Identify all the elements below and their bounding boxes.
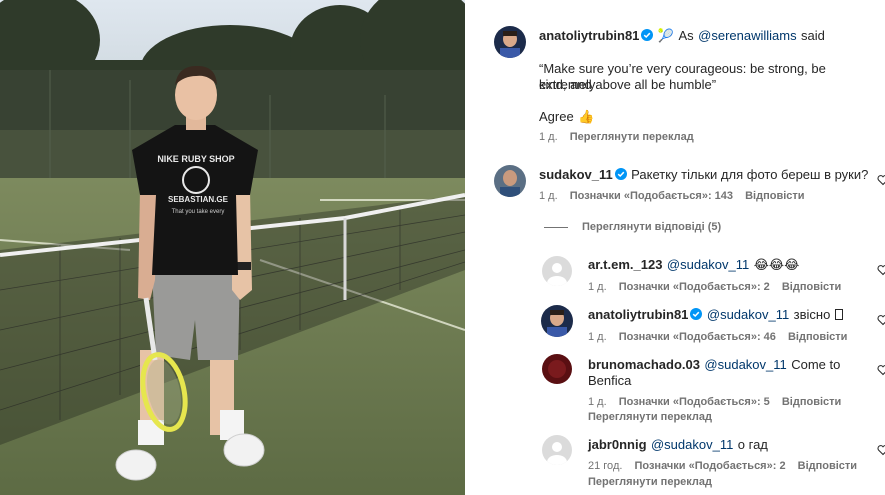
- reply-meta: 1 д. Позначки «Подобається»: 5 Відповіст…: [588, 396, 850, 408]
- verified-badge-icon: [690, 308, 703, 320]
- reply-time: 21 год.: [588, 460, 623, 472]
- caption-mention-link[interactable]: @serenawilliams: [698, 28, 796, 43]
- translate-link[interactable]: Переглянути переклад: [588, 476, 712, 488]
- view-replies-label: Переглянути відповіді (5): [582, 221, 722, 233]
- reply-likes[interactable]: Позначки «Подобається»: 5: [619, 396, 770, 408]
- reply-button[interactable]: Відповісти: [788, 331, 847, 343]
- reply-button[interactable]: Відповісти: [745, 190, 804, 202]
- avatar[interactable]: [542, 354, 572, 384]
- reply-mention[interactable]: @sudakov_11: [651, 437, 733, 452]
- reply-username[interactable]: ar.t.em._123: [588, 257, 662, 272]
- heart-icon[interactable]: [877, 444, 885, 456]
- reply-line: brunomachado.03 @sudakov_11 Come to: [588, 357, 840, 373]
- reply-username[interactable]: anatoliytrubin81: [588, 307, 688, 322]
- racket-emoji: 🎾: [657, 28, 675, 43]
- reply-line: anatoliytrubin81 @sudakov_11 звісно: [588, 307, 843, 323]
- heart-icon[interactable]: [877, 174, 885, 186]
- reply-mention[interactable]: @sudakov_11: [707, 307, 789, 322]
- caption-agree-text: Agree: [539, 109, 574, 124]
- reply-likes[interactable]: Позначки «Подобається»: 46: [619, 331, 776, 343]
- profile-photo-icon: [494, 26, 526, 58]
- missing-glyph-icon: [834, 309, 843, 320]
- reply-username[interactable]: jabr0nnig: [588, 437, 647, 452]
- avatar[interactable]: [494, 165, 526, 197]
- comment-time: 1 д.: [539, 190, 558, 202]
- caption-quote-line2: kind, and above all be humble”: [539, 77, 717, 92]
- reply-meta: 21 год. Позначки «Подобається»: 2 Відпов…: [588, 460, 866, 472]
- post-author-username[interactable]: anatoliytrubin81: [539, 28, 639, 43]
- profile-photo-icon: [542, 354, 572, 384]
- caption-intro-suffix: said: [801, 28, 825, 43]
- view-replies-toggle[interactable]: Переглянути відповіді (5): [544, 221, 721, 233]
- avatar[interactable]: [542, 256, 572, 286]
- profile-photo-icon: [541, 305, 573, 337]
- reply-time: 1 д.: [588, 331, 607, 343]
- translate-link[interactable]: Переглянути переклад: [588, 411, 712, 423]
- thumbs-up-emoji: 👍: [578, 109, 595, 124]
- caption-translate-link[interactable]: Переглянути переклад: [570, 131, 694, 143]
- avatar[interactable]: [541, 305, 573, 337]
- caption-first-line: anatoliytrubin81 🎾 As @serenawilliams sa…: [539, 28, 879, 44]
- reply-text-line1: Come to: [791, 357, 841, 372]
- verified-badge-icon: [641, 29, 654, 41]
- reply-text: 😂😂😂: [753, 257, 800, 272]
- reply-time: 1 д.: [588, 396, 607, 408]
- reply-text: о гад: [737, 437, 768, 452]
- verified-badge-icon: [614, 168, 627, 180]
- reply-button[interactable]: Відповісти: [798, 460, 857, 472]
- tennis-player-photo: NIKE RUBY SHOP SEBASTIAN.GE That you tak…: [0, 0, 465, 495]
- comment-username[interactable]: sudakov_11: [539, 167, 613, 182]
- reply-likes[interactable]: Позначки «Подобається»: 2: [634, 460, 785, 472]
- avatar[interactable]: [542, 435, 572, 465]
- reply-text: звісно: [793, 307, 831, 322]
- comment-meta: 1 д. Позначки «Подобається»: 143 Відпові…: [539, 190, 814, 202]
- comment-line: sudakov_11 Ракетку тільки для фото береш…: [539, 167, 869, 183]
- reply-likes[interactable]: Позначки «Подобається»: 2: [619, 281, 770, 293]
- comments-panel: anatoliytrubin81 🎾 As @serenawilliams sa…: [465, 0, 885, 495]
- caption-intro-prefix: As: [678, 28, 694, 43]
- profile-photo-icon: [494, 165, 526, 197]
- heart-icon[interactable]: [877, 364, 885, 376]
- caption-agree: Agree 👍: [539, 109, 594, 125]
- default-avatar-icon: [542, 256, 572, 286]
- reply-line: ar.t.em._123 @sudakov_11 😂😂😂: [588, 257, 799, 273]
- reply-meta: 1 д. Позначки «Подобається»: 46 Відповіс…: [588, 331, 856, 343]
- comment-likes[interactable]: Позначки «Подобається»: 143: [570, 190, 733, 202]
- reply-text-line2: Benfica: [588, 373, 632, 388]
- divider-dash: [544, 226, 568, 228]
- reply-translate: Переглянути переклад: [588, 411, 721, 423]
- reply-time: 1 д.: [588, 281, 607, 293]
- heart-icon[interactable]: [877, 314, 885, 326]
- avatar[interactable]: [494, 26, 526, 58]
- shirt-print-line3: That you take every: [172, 209, 225, 215]
- post-photo[interactable]: NIKE RUBY SHOP SEBASTIAN.GE That you tak…: [0, 0, 465, 495]
- caption-meta: 1 д. Переглянути переклад: [539, 131, 703, 143]
- reply-button[interactable]: Відповісти: [782, 396, 841, 408]
- reply-translate: Переглянути переклад: [588, 476, 721, 488]
- heart-icon[interactable]: [877, 264, 885, 276]
- default-avatar-icon: [542, 435, 572, 465]
- shirt-print-line2: SEBASTIAN.GE: [168, 195, 229, 204]
- caption-time: 1 д.: [539, 131, 558, 143]
- comment-text: Ракетку тільки для фото береш в руки?: [631, 167, 869, 182]
- reply-mention[interactable]: @sudakov_11: [704, 357, 786, 372]
- reply-button[interactable]: Відповісти: [782, 281, 841, 293]
- reply-meta: 1 д. Позначки «Подобається»: 2 Відповіст…: [588, 281, 850, 293]
- reply-line: jabr0nnig @sudakov_11 о гад: [588, 437, 768, 453]
- reply-mention[interactable]: @sudakov_11: [667, 257, 749, 272]
- shirt-print-line1: NIKE RUBY SHOP: [157, 154, 234, 164]
- reply-username[interactable]: brunomachado.03: [588, 357, 700, 372]
